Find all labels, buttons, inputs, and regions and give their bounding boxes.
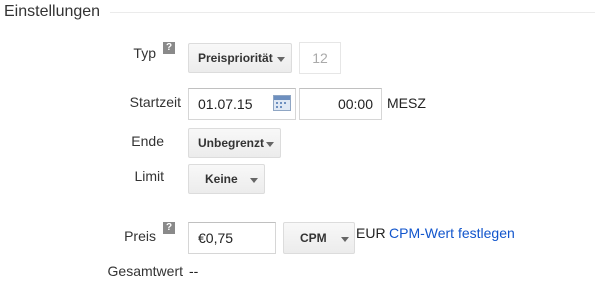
startzeit-label: Startzeit — [129, 94, 181, 110]
pricing-model-dropdown[interactable]: CPM — [283, 222, 355, 254]
start-time-input[interactable]: 00:00 — [299, 88, 382, 120]
currency-label: EUR — [356, 225, 386, 241]
set-cpm-value-link[interactable]: CPM-Wert festlegen — [389, 225, 515, 241]
gesamtwert-label: Gesamtwert — [107, 263, 183, 279]
preis-help-icon[interactable]: ? — [163, 222, 175, 234]
chevron-down-icon — [266, 142, 274, 147]
typ-help-icon[interactable]: ? — [163, 42, 175, 54]
timezone-label: MESZ — [387, 95, 426, 111]
limit-label: Limit — [134, 168, 164, 184]
priority-input[interactable]: 12 — [299, 42, 341, 74]
pricing-model-value: CPM — [300, 231, 327, 245]
calendar-icon[interactable] — [273, 95, 291, 111]
price-value: €0,75 — [198, 230, 234, 246]
section-title: Einstellungen — [4, 3, 101, 20]
typ-dropdown[interactable]: Preispriorität — [188, 43, 292, 73]
chevron-down-icon — [341, 237, 349, 242]
chevron-down-icon — [277, 57, 285, 62]
ende-dropdown-value: Unbegrenzt — [198, 136, 264, 150]
price-input[interactable]: €0,75 — [188, 222, 276, 254]
section-divider — [110, 12, 595, 13]
limit-dropdown-value: Keine — [205, 172, 238, 186]
gesamtwert-value: -- — [189, 263, 199, 279]
start-time-value: 00:00 — [337, 96, 373, 112]
ende-label: Ende — [131, 133, 164, 149]
start-date-value: 01.07.15 — [198, 96, 253, 112]
ende-dropdown[interactable]: Unbegrenzt — [188, 128, 281, 158]
limit-dropdown[interactable]: Keine — [188, 164, 265, 194]
typ-label: Typ — [133, 45, 156, 61]
chevron-down-icon — [250, 178, 258, 183]
typ-dropdown-value: Preispriorität — [198, 51, 273, 65]
priority-value: 12 — [312, 50, 328, 66]
preis-label: Preis — [124, 228, 156, 244]
